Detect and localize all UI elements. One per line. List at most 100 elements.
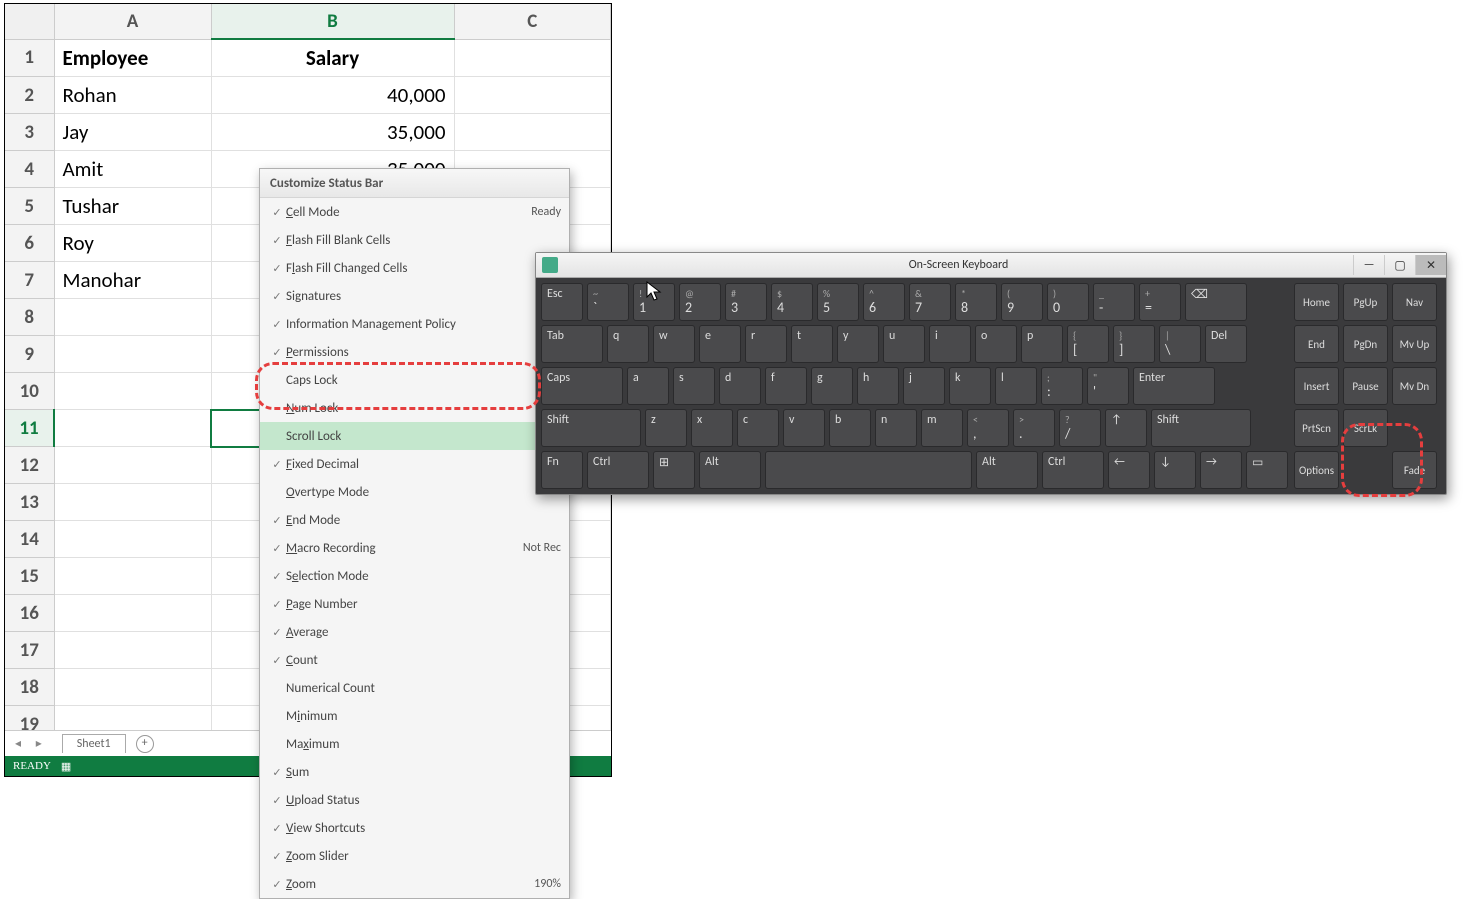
cell-B2[interactable]: 40,000 bbox=[211, 77, 454, 114]
key--[interactable]: ▭ bbox=[1246, 451, 1288, 489]
key-m[interactable]: m bbox=[921, 409, 963, 447]
key-r[interactable]: r bbox=[745, 325, 787, 363]
cell-A8[interactable] bbox=[54, 299, 211, 336]
key-a[interactable]: a bbox=[627, 367, 669, 405]
key-options[interactable]: Options bbox=[1294, 451, 1339, 489]
menu-item-page-number[interactable]: ✓Page Number bbox=[260, 590, 569, 618]
menu-item-count[interactable]: ✓Count bbox=[260, 646, 569, 674]
cell-A1[interactable]: Employee bbox=[54, 39, 211, 77]
menu-item-flash-fill-blank-cells[interactable]: ✓Flash Fill Blank Cells bbox=[260, 226, 569, 254]
menu-item-flash-fill-changed-cells[interactable]: ✓Flash Fill Changed Cells bbox=[260, 254, 569, 282]
minimize-button[interactable]: — bbox=[1353, 255, 1384, 275]
key-n[interactable]: n bbox=[875, 409, 917, 447]
key-b[interactable]: b bbox=[829, 409, 871, 447]
cell-A4[interactable]: Amit bbox=[54, 151, 211, 188]
key-ctrl[interactable]: Ctrl bbox=[587, 451, 649, 489]
key--7[interactable]: &7 bbox=[909, 283, 951, 321]
menu-item-maximum[interactable]: Maximum bbox=[260, 730, 569, 758]
cell-A2[interactable]: Rohan bbox=[54, 77, 211, 114]
key--6[interactable]: ^6 bbox=[863, 283, 905, 321]
menu-item-average[interactable]: ✓Average bbox=[260, 618, 569, 646]
menu-item-signatures[interactable]: ✓Signatures bbox=[260, 282, 569, 310]
key-alt[interactable]: Alt bbox=[976, 451, 1038, 489]
key--0[interactable]: )0 bbox=[1047, 283, 1089, 321]
menu-item-minimum[interactable]: Minimum bbox=[260, 702, 569, 730]
key--4[interactable]: $4 bbox=[771, 283, 813, 321]
key-q[interactable]: q bbox=[607, 325, 649, 363]
tab-nav-arrows[interactable]: ◂ ▸ bbox=[15, 736, 48, 751]
key-i[interactable]: i bbox=[929, 325, 971, 363]
cell-C3[interactable] bbox=[454, 114, 611, 151]
key--[interactable]: ?/ bbox=[1059, 409, 1101, 447]
key--[interactable]: }] bbox=[1113, 325, 1155, 363]
key--[interactable]: += bbox=[1139, 283, 1181, 321]
key-d[interactable]: d bbox=[719, 367, 761, 405]
row-header-14[interactable]: 14 bbox=[5, 521, 54, 558]
key-fade[interactable]: Fade bbox=[1392, 451, 1437, 489]
cell-A19[interactable] bbox=[54, 706, 211, 731]
key--[interactable]: → bbox=[1200, 451, 1242, 489]
key--[interactable]: <, bbox=[967, 409, 1009, 447]
key-j[interactable]: j bbox=[903, 367, 945, 405]
menu-item-zoom-slider[interactable]: ✓Zoom Slider bbox=[260, 842, 569, 870]
key--[interactable]: "' bbox=[1087, 367, 1129, 405]
menu-item-caps-lock[interactable]: Caps Lock bbox=[260, 366, 569, 394]
key--[interactable]: ↓ bbox=[1154, 451, 1196, 489]
row-header-18[interactable]: 18 bbox=[5, 669, 54, 706]
key--2[interactable]: @2 bbox=[679, 283, 721, 321]
row-header-17[interactable]: 17 bbox=[5, 632, 54, 669]
cell-C1[interactable] bbox=[454, 39, 611, 77]
key--3[interactable]: #3 bbox=[725, 283, 767, 321]
row-header-19[interactable]: 19 bbox=[5, 706, 54, 731]
key-f[interactable]: f bbox=[765, 367, 807, 405]
cell-A17[interactable] bbox=[54, 632, 211, 669]
row-header-7[interactable]: 7 bbox=[5, 262, 54, 299]
key-mv-up[interactable]: Mv Up bbox=[1392, 325, 1437, 363]
menu-item-information-management-policy[interactable]: ✓Information Management Policy bbox=[260, 310, 569, 338]
row-header-15[interactable]: 15 bbox=[5, 558, 54, 595]
key-v[interactable]: v bbox=[783, 409, 825, 447]
cell-A16[interactable] bbox=[54, 595, 211, 632]
key-end[interactable]: End bbox=[1294, 325, 1339, 363]
key-del[interactable]: Del bbox=[1205, 325, 1247, 363]
cell-A7[interactable]: Manohar bbox=[54, 262, 211, 299]
key--[interactable]: ↑ bbox=[1105, 409, 1147, 447]
key-u[interactable]: u bbox=[883, 325, 925, 363]
row-header-6[interactable]: 6 bbox=[5, 225, 54, 262]
key--[interactable]: ⊞ bbox=[653, 451, 695, 489]
key-pgup[interactable]: PgUp bbox=[1343, 283, 1388, 321]
key-t[interactable]: t bbox=[791, 325, 833, 363]
key-shift[interactable]: Shift bbox=[541, 409, 641, 447]
key-nav[interactable]: Nav bbox=[1392, 283, 1437, 321]
menu-item-permissions[interactable]: ✓Permissions bbox=[260, 338, 569, 366]
osk-titlebar[interactable]: On-Screen Keyboard — ▢ ✕ bbox=[536, 253, 1446, 278]
key-shift[interactable]: Shift bbox=[1151, 409, 1251, 447]
column-header-c[interactable]: C bbox=[454, 4, 611, 39]
menu-item-upload-status[interactable]: ✓Upload Status bbox=[260, 786, 569, 814]
key-x[interactable]: x bbox=[691, 409, 733, 447]
key-insert[interactable]: Insert bbox=[1294, 367, 1339, 405]
macro-record-icon[interactable]: ▦ bbox=[61, 760, 71, 773]
key--[interactable]: ;: bbox=[1041, 367, 1083, 405]
key-y[interactable]: y bbox=[837, 325, 879, 363]
key-h[interactable]: h bbox=[857, 367, 899, 405]
key-w[interactable]: w bbox=[653, 325, 695, 363]
key-enter[interactable]: Enter bbox=[1133, 367, 1215, 405]
key-z[interactable]: z bbox=[645, 409, 687, 447]
row-header-8[interactable]: 8 bbox=[5, 299, 54, 336]
key-mv-dn[interactable]: Mv Dn bbox=[1392, 367, 1437, 405]
add-sheet-button[interactable]: + bbox=[136, 735, 154, 753]
key--[interactable]: >. bbox=[1013, 409, 1055, 447]
key-ctrl[interactable]: Ctrl bbox=[1042, 451, 1104, 489]
key--[interactable]: ⌫ bbox=[1185, 283, 1247, 321]
key-o[interactable]: o bbox=[975, 325, 1017, 363]
menu-item-sum[interactable]: ✓Sum bbox=[260, 758, 569, 786]
column-header-b[interactable]: B bbox=[211, 4, 454, 39]
maximize-button[interactable]: ▢ bbox=[1384, 255, 1415, 275]
menu-item-num-lock[interactable]: Num Lock bbox=[260, 394, 569, 422]
key--[interactable]: _- bbox=[1093, 283, 1135, 321]
cell-A14[interactable] bbox=[54, 521, 211, 558]
menu-item-overtype-mode[interactable]: Overtype Mode bbox=[260, 478, 569, 506]
cell-B1[interactable]: Salary bbox=[211, 39, 454, 77]
key--[interactable]: ~` bbox=[587, 283, 629, 321]
